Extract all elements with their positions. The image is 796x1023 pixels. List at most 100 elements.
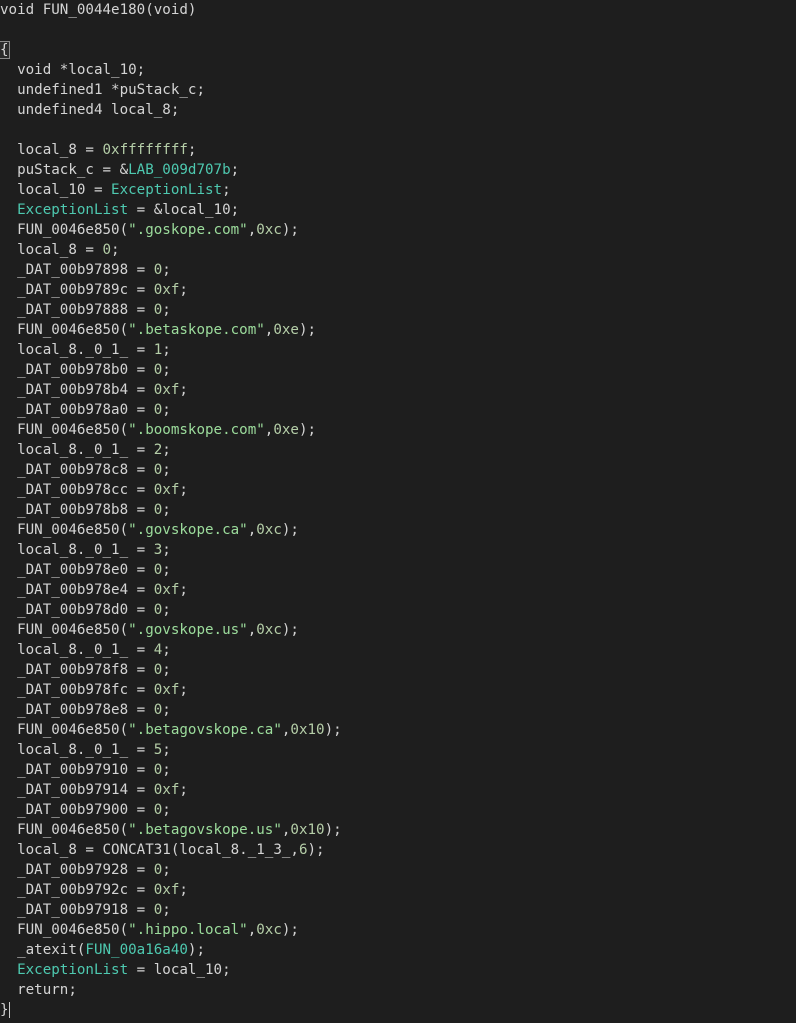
code-token: );	[187, 942, 206, 958]
code-line[interactable]: _DAT_00b978d0 = 0;	[0, 600, 796, 620]
code-token: local_8 =	[0, 242, 103, 258]
code-token: local_10 =	[0, 182, 112, 198]
code-line[interactable]: FUN_0046e850(".betagovskope.ca",0x10);	[0, 720, 796, 740]
code-token: _DAT_00b978fc =	[0, 682, 154, 698]
code-line[interactable]: local_8._0_1_ = 4;	[0, 640, 796, 660]
code-line[interactable]: local_8 = CONCAT31(local_8._1_3_,6);	[0, 840, 796, 860]
code-line[interactable]: return;	[0, 980, 796, 1000]
code-line[interactable]: _DAT_00b9789c = 0xf;	[0, 280, 796, 300]
code-line[interactable]: local_8._0_1_ = 5;	[0, 740, 796, 760]
code-line[interactable]: local_8 = 0xffffffff;	[0, 140, 796, 160]
number-literal: 0	[153, 462, 163, 478]
code-line[interactable]: {	[0, 40, 796, 60]
number-literal: 0	[102, 242, 112, 258]
code-line[interactable]: undefined4 local_8;	[0, 100, 796, 120]
code-line[interactable]: _DAT_00b97898 = 0;	[0, 260, 796, 280]
code-line[interactable]: ExceptionList = &local_10;	[0, 200, 796, 220]
string-literal: ".govskope.us"	[128, 622, 248, 638]
code-line[interactable]: _DAT_00b978e4 = 0xf;	[0, 580, 796, 600]
code-line[interactable]: puStack_c = &LAB_009d707b;	[0, 160, 796, 180]
code-line[interactable]: _DAT_00b9792c = 0xf;	[0, 880, 796, 900]
code-token: FUN_0046e850(	[0, 322, 129, 338]
code-line[interactable]: FUN_0046e850(".govskope.us",0xc);	[0, 620, 796, 640]
symbol-reference[interactable]: LAB_009d707b	[128, 162, 231, 178]
code-line[interactable]: ExceptionList = local_10;	[0, 960, 796, 980]
code-line[interactable]: void *local_10;	[0, 60, 796, 80]
code-line[interactable]: _atexit(FUN_00a16a40);	[0, 940, 796, 960]
code-line[interactable]: _DAT_00b978cc = 0xf;	[0, 480, 796, 500]
code-line[interactable]: FUN_0046e850(".hippo.local",0xc);	[0, 920, 796, 940]
code-line[interactable]: local_8._0_1_ = 1;	[0, 340, 796, 360]
code-line[interactable]: _DAT_00b978fc = 0xf;	[0, 680, 796, 700]
code-line[interactable]: FUN_0046e850(".betagovskope.us",0x10);	[0, 820, 796, 840]
code-token: ;	[162, 602, 171, 618]
decompiler-code-view[interactable]: void FUN_0044e180(void) { void *local_10…	[0, 0, 796, 1020]
code-line[interactable]: local_8._0_1_ = 3;	[0, 540, 796, 560]
code-line[interactable]: _DAT_00b97888 = 0;	[0, 300, 796, 320]
code-line[interactable]: _DAT_00b978f8 = 0;	[0, 660, 796, 680]
code-line[interactable]: local_8 = 0;	[0, 240, 796, 260]
code-line[interactable]: FUN_0046e850(".goskope.com",0xc);	[0, 220, 796, 240]
code-line[interactable]: _DAT_00b978b0 = 0;	[0, 360, 796, 380]
code-line[interactable]: _DAT_00b978e8 = 0;	[0, 700, 796, 720]
code-line[interactable]: FUN_0046e850(".betaskope.com",0xe);	[0, 320, 796, 340]
code-line[interactable]: _DAT_00b978b8 = 0;	[0, 500, 796, 520]
number-literal: 0	[153, 862, 163, 878]
number-literal: 0	[153, 902, 163, 918]
code-line[interactable]: local_8._0_1_ = 2;	[0, 440, 796, 460]
code-line[interactable]: void FUN_0044e180(void)	[0, 0, 796, 20]
code-line[interactable]: FUN_0046e850(".govskope.ca",0xc);	[0, 520, 796, 540]
string-literal: ".betagovskope.us"	[128, 822, 282, 838]
code-line[interactable]	[0, 20, 796, 40]
code-token: );	[298, 322, 317, 338]
code-token: local_8._0_1_ =	[0, 542, 154, 558]
symbol-reference[interactable]: ExceptionList	[17, 962, 128, 978]
code-line[interactable]: _DAT_00b97918 = 0;	[0, 900, 796, 920]
number-literal: 0xf	[153, 282, 180, 298]
code-token: ;	[179, 382, 188, 398]
code-line[interactable]: FUN_0046e850(".boomskope.com",0xe);	[0, 420, 796, 440]
number-literal: 4	[153, 642, 163, 658]
code-token: );	[281, 622, 299, 638]
code-token: ;	[162, 662, 171, 678]
code-token: _DAT_00b97914 =	[0, 782, 154, 798]
symbol-reference[interactable]: FUN_00a16a40	[85, 942, 188, 958]
code-line[interactable]	[0, 120, 796, 140]
number-literal: 0xf	[153, 382, 180, 398]
string-literal: ".betaskope.com"	[128, 322, 265, 338]
code-token: FUN_0046e850(	[0, 522, 129, 538]
code-token: );	[324, 722, 342, 738]
symbol-reference[interactable]: ExceptionList	[17, 202, 128, 218]
code-token: undefined1 *puStack_c;	[0, 82, 205, 98]
code-token: ;	[179, 682, 188, 698]
code-line[interactable]: _DAT_00b97914 = 0xf;	[0, 780, 796, 800]
code-line[interactable]: _DAT_00b978b4 = 0xf;	[0, 380, 796, 400]
number-literal: 0	[153, 562, 163, 578]
code-token: ;	[179, 482, 188, 498]
code-token: );	[281, 522, 299, 538]
code-token: _DAT_00b9789c =	[0, 282, 154, 298]
code-line[interactable]: local_10 = ExceptionList;	[0, 180, 796, 200]
code-line[interactable]: _DAT_00b978e0 = 0;	[0, 560, 796, 580]
number-literal: 0	[153, 302, 163, 318]
number-literal: 0xc	[256, 922, 282, 938]
number-literal: 0xe	[273, 422, 299, 438]
code-line[interactable]: undefined1 *puStack_c;	[0, 80, 796, 100]
code-token: local_8._0_1_ =	[0, 342, 154, 358]
code-token: _DAT_00b978b0 =	[0, 362, 154, 378]
code-line[interactable]: _DAT_00b97900 = 0;	[0, 800, 796, 820]
number-literal: 2	[153, 442, 163, 458]
number-literal: 0xf	[153, 482, 180, 498]
number-literal: 0	[153, 802, 163, 818]
code-token: ;	[162, 742, 171, 758]
code-line[interactable]: _DAT_00b978c8 = 0;	[0, 460, 796, 480]
code-token: ;	[162, 302, 171, 318]
code-line[interactable]: _DAT_00b978a0 = 0;	[0, 400, 796, 420]
code-token: _DAT_00b978e4 =	[0, 582, 154, 598]
code-line[interactable]: _DAT_00b97910 = 0;	[0, 760, 796, 780]
string-literal: ".goskope.com"	[128, 222, 248, 238]
code-line[interactable]: }	[0, 1000, 796, 1020]
code-line[interactable]: _DAT_00b97928 = 0;	[0, 860, 796, 880]
symbol-reference[interactable]: ExceptionList	[111, 182, 222, 198]
